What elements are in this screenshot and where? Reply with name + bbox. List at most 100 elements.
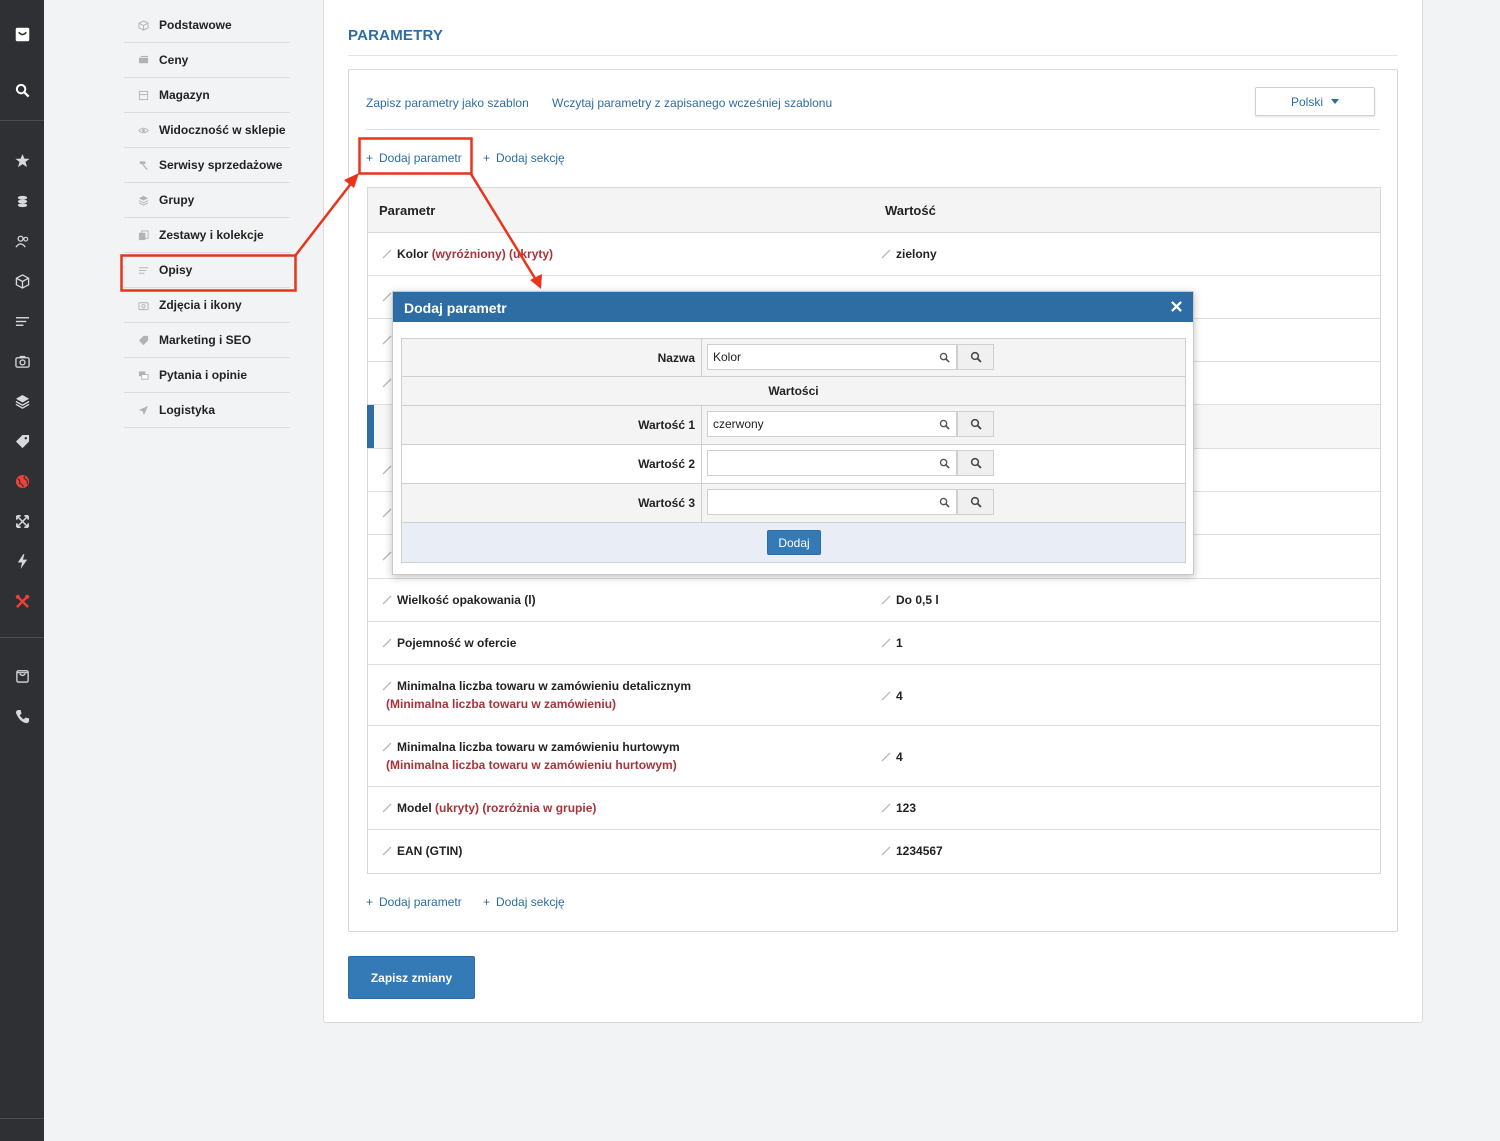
pencil-icon[interactable] [382, 846, 392, 856]
pencil-icon[interactable] [382, 335, 392, 345]
value-2-search-button[interactable] [957, 450, 994, 476]
add-section-link-top[interactable]: + Dodaj sekcję [483, 151, 565, 165]
submenu-item-zdjecia[interactable]: Zdjęcia i ikony [124, 288, 290, 323]
table-row[interactable]: Pojemność w ofercie 1 [368, 622, 1380, 665]
phone-icon[interactable] [0, 701, 44, 731]
submenu-item-ceny[interactable]: Ceny [124, 43, 290, 78]
language-label: Polski [1290, 94, 1323, 109]
expand-arrows-icon[interactable] [0, 506, 44, 536]
add-button[interactable]: Dodaj [767, 530, 821, 555]
name-label: Nazwa [402, 339, 702, 376]
value-1-input[interactable]: czerwony [707, 411, 957, 437]
warehouse-icon [136, 88, 150, 102]
submenu-item-pytania[interactable]: Pytania i opinie [124, 358, 290, 393]
pencil-icon[interactable] [382, 465, 392, 475]
submenu-item-marketing[interactable]: Marketing i SEO [124, 323, 290, 358]
column-header-value: Wartość [885, 203, 936, 218]
shopping-bag-icon[interactable] [0, 660, 44, 690]
pencil-icon[interactable] [382, 249, 392, 259]
value-3-input[interactable] [707, 489, 957, 515]
globe-icon[interactable] [0, 466, 44, 496]
page-title: PARAMETRY [348, 27, 444, 44]
submenu-item-widocznosc[interactable]: Widoczność w sklepie [124, 113, 290, 148]
add-parameter-link-top[interactable]: + Dodaj parametr [366, 151, 462, 165]
pencil-icon[interactable] [382, 742, 392, 752]
pencil-icon[interactable] [382, 378, 392, 388]
submenu-item-logistyka[interactable]: Logistyka [124, 393, 290, 428]
product-edit-submenu: Podstawowe Ceny Magazyn Widoczność w skl… [124, 8, 290, 428]
pencil-icon[interactable] [881, 691, 891, 701]
text-lines-icon[interactable] [0, 306, 44, 336]
table-row[interactable]: Minimalna liczba towaru w zamówieniu det… [368, 665, 1380, 726]
coins-icon[interactable] [0, 186, 44, 216]
pencil-icon[interactable] [382, 551, 392, 561]
pencil-icon[interactable] [382, 638, 392, 648]
camera-icon[interactable] [0, 346, 44, 376]
search-icon[interactable] [0, 75, 44, 105]
pencil-icon[interactable] [881, 595, 891, 605]
param-value: 4 [896, 689, 903, 703]
table-row[interactable]: Kolor (wyróżniony) (ukryty) zielony [368, 233, 1380, 276]
cube-icon [136, 18, 150, 32]
save-changes-button[interactable]: Zapisz zmiany [348, 956, 475, 999]
lightning-icon[interactable] [0, 546, 44, 576]
shop-logo-icon[interactable] [0, 19, 44, 49]
dialog-header: Dodaj parametr [393, 292, 1193, 322]
layers-icon[interactable] [0, 386, 44, 416]
box-icon[interactable] [0, 266, 44, 296]
table-row[interactable]: EAN (GTIN) 1234567 [368, 830, 1380, 873]
plus-icon: + [483, 895, 491, 909]
pencil-icon[interactable] [382, 595, 392, 605]
form-row-value-3: Wartość 3 [402, 484, 1185, 523]
name-search-button[interactable] [957, 344, 994, 370]
param-alias: (Minimalna liczba towaru w zamówieniu hu… [386, 758, 677, 772]
param-alias: (Minimalna liczba towaru w zamówieniu) [386, 697, 617, 711]
submenu-item-podstawowe[interactable]: Podstawowe [124, 8, 290, 43]
value-2-input[interactable] [707, 450, 957, 476]
pencil-icon[interactable] [382, 803, 392, 813]
save-template-link[interactable]: Zapisz parametry jako szablon [366, 96, 529, 110]
language-dropdown[interactable]: Polski [1255, 87, 1375, 116]
table-row[interactable]: Wielkość opakowania (l) Do 0,5 l [368, 579, 1380, 622]
param-name: Model [397, 801, 432, 815]
search-icon [970, 457, 982, 469]
hammer-icon [136, 158, 150, 172]
search-icon [939, 458, 950, 469]
table-row[interactable]: Model (ukryty) (rozróżnia w grupie) 123 [368, 787, 1380, 830]
close-icon[interactable] [1168, 298, 1184, 314]
pencil-icon[interactable] [881, 803, 891, 813]
search-icon [970, 496, 982, 508]
param-name: Minimalna liczba towaru w zamówieniu det… [397, 679, 692, 693]
users-icon[interactable] [0, 226, 44, 256]
pencil-icon[interactable] [382, 508, 392, 518]
pencil-icon[interactable] [382, 681, 392, 691]
value-1-search-button[interactable] [957, 411, 994, 437]
param-tags: (ukryty) (rozróżnia w grupie) [435, 801, 597, 815]
load-template-link[interactable]: Wczytaj parametry z zapisanego wcześniej… [552, 96, 832, 110]
pencil-icon[interactable] [881, 249, 891, 259]
form-row-name: Nazwa Kolor [402, 339, 1185, 377]
star-icon[interactable] [0, 145, 44, 175]
tags-icon[interactable] [0, 426, 44, 456]
value-3-search-button[interactable] [957, 489, 994, 515]
pencil-icon[interactable] [881, 752, 891, 762]
tools-icon[interactable] [0, 586, 44, 616]
pencil-icon[interactable] [382, 292, 392, 302]
value-label: Wartość 3 [402, 484, 702, 522]
column-header-parameter: Parametr [379, 203, 436, 218]
plus-icon: + [483, 151, 491, 165]
table-header: Parametr Wartość [368, 188, 1380, 233]
param-value: 1234567 [896, 844, 943, 858]
add-parameter-link-bottom[interactable]: + Dodaj parametr [366, 895, 462, 909]
submenu-item-zestawy[interactable]: Zestawy i kolekcje [124, 218, 290, 253]
name-input[interactable]: Kolor [707, 344, 957, 370]
param-value: 4 [896, 750, 903, 764]
pencil-icon[interactable] [881, 846, 891, 856]
table-row[interactable]: Minimalna liczba towaru w zamówieniu hur… [368, 726, 1380, 787]
submenu-item-opisy[interactable]: Opisy [124, 253, 290, 288]
add-section-link-bottom[interactable]: + Dodaj sekcję [483, 895, 565, 909]
submenu-item-grupy[interactable]: Grupy [124, 183, 290, 218]
submenu-item-magazyn[interactable]: Magazyn [124, 78, 290, 113]
pencil-icon[interactable] [881, 638, 891, 648]
submenu-item-serwisy[interactable]: Serwisy sprzedażowe [124, 148, 290, 183]
